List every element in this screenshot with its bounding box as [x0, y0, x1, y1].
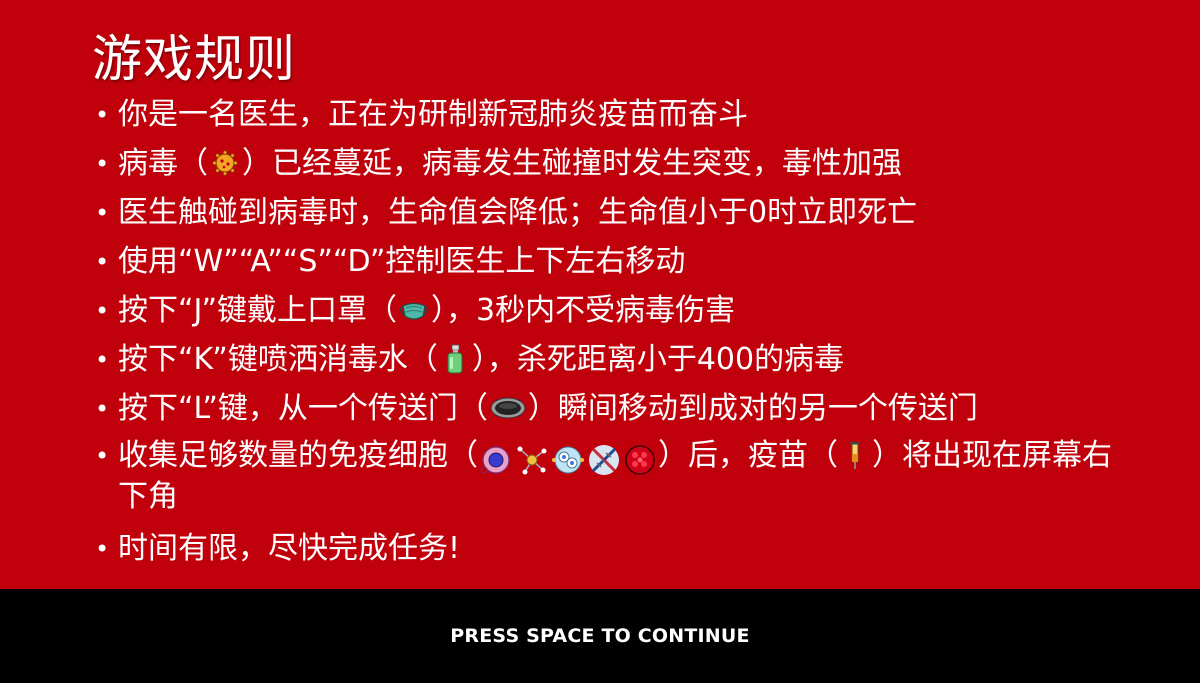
virus-icon [210, 148, 240, 178]
rule-text: 时间有限，尽快完成任务! [118, 531, 461, 566]
continue-prompt: PRESS SPACE TO CONTINUE [450, 625, 750, 647]
bullet-icon: • [95, 535, 110, 563]
bullet-icon: • [95, 346, 110, 374]
game-screen: 游戏规则 • 你是一名医生，正在为研制新冠肺炎疫苗而奋斗 • 病毒（ ）已经蔓延… [0, 0, 1200, 683]
rule-text: ）已经蔓延，病毒发生碰撞时发生突变，毒性加强 [242, 146, 902, 181]
continue-bar[interactable]: PRESS SPACE TO CONTINUE [0, 589, 1200, 683]
rule-item-portal: • 按下“L”键，从一个传送门（ ）瞬间移动到成对的另一个传送门 [95, 390, 1175, 428]
rule-item-mask: • 按下“J”键戴上口罩（ ），3秒内不受病毒伤害 [95, 292, 1175, 330]
rule-item-spray: • 按下“K”键喷洒消毒水（ ），杀死距离小于400的病毒 [95, 341, 1175, 379]
portal-icon [490, 393, 526, 423]
bullet-icon: • [95, 442, 110, 470]
spray-bottle-icon [440, 344, 470, 374]
bullet-icon: • [95, 297, 110, 325]
bullet-icon: • [95, 199, 110, 227]
rule-text: 收集足够数量的免疫细胞（ [118, 438, 478, 473]
rule-item-virus: • 病毒（ ）已经蔓延，病毒发生碰撞时发生突变，毒性加强 [95, 145, 1175, 183]
rule-text: ）后，疫苗（ [658, 438, 838, 473]
rule-item-health: • 医生触碰到病毒时，生命值会降低；生命值小于0时立即死亡 [95, 194, 1175, 232]
bullet-icon: • [95, 101, 110, 129]
immune-cell-network-icon [515, 443, 549, 477]
rule-text: 医生触碰到病毒时，生命值会降低；生命值小于0时立即死亡 [118, 195, 918, 230]
rule-item-collect: • 收集足够数量的免疫细胞（ ）后，疫苗（ ）将出现在屏幕右下角 [95, 439, 1118, 514]
rules-list: • 你是一名医生，正在为研制新冠肺炎疫苗而奋斗 • 病毒（ ）已经蔓延，病毒发生… [95, 96, 1175, 579]
immune-cell-blue-icon [479, 443, 513, 477]
rule-item-doctor: • 你是一名医生，正在为研制新冠肺炎疫苗而奋斗 [95, 96, 1175, 134]
rule-text: ），杀死距离小于400的病毒 [471, 342, 845, 377]
dna-icon [587, 443, 621, 477]
rule-item-time: • 时间有限，尽快完成任务! [95, 530, 1175, 568]
rule-text: 按下“J”键戴上口罩（ [118, 293, 398, 328]
bullet-icon: • [95, 248, 110, 276]
rule-text: 按下“K”键喷洒消毒水（ [118, 342, 438, 377]
immune-cell-cluster-icon [551, 443, 585, 477]
rules-title: 游戏规则 [92, 30, 296, 88]
red-cell-icon [623, 443, 657, 477]
syringe-icon [840, 440, 870, 470]
rule-text: 你是一名医生，正在为研制新冠肺炎疫苗而奋斗 [118, 97, 748, 132]
bullet-icon: • [95, 395, 110, 423]
rule-text: 使用“W”“A”“S”“D”控制医生上下左右移动 [118, 244, 686, 279]
immune-cells-group [478, 443, 658, 480]
rule-item-movement: • 使用“W”“A”“S”“D”控制医生上下左右移动 [95, 243, 1175, 281]
rule-text: ），3秒内不受病毒伤害 [431, 293, 736, 328]
mask-icon [399, 295, 429, 325]
bullet-icon: • [95, 150, 110, 178]
rule-text: 按下“L”键，从一个传送门（ [118, 391, 488, 426]
rule-text: ）瞬间移动到成对的另一个传送门 [527, 391, 978, 426]
rule-text: 病毒（ [118, 146, 208, 181]
rules-panel: 游戏规则 • 你是一名医生，正在为研制新冠肺炎疫苗而奋斗 • 病毒（ ）已经蔓延… [0, 0, 1200, 589]
